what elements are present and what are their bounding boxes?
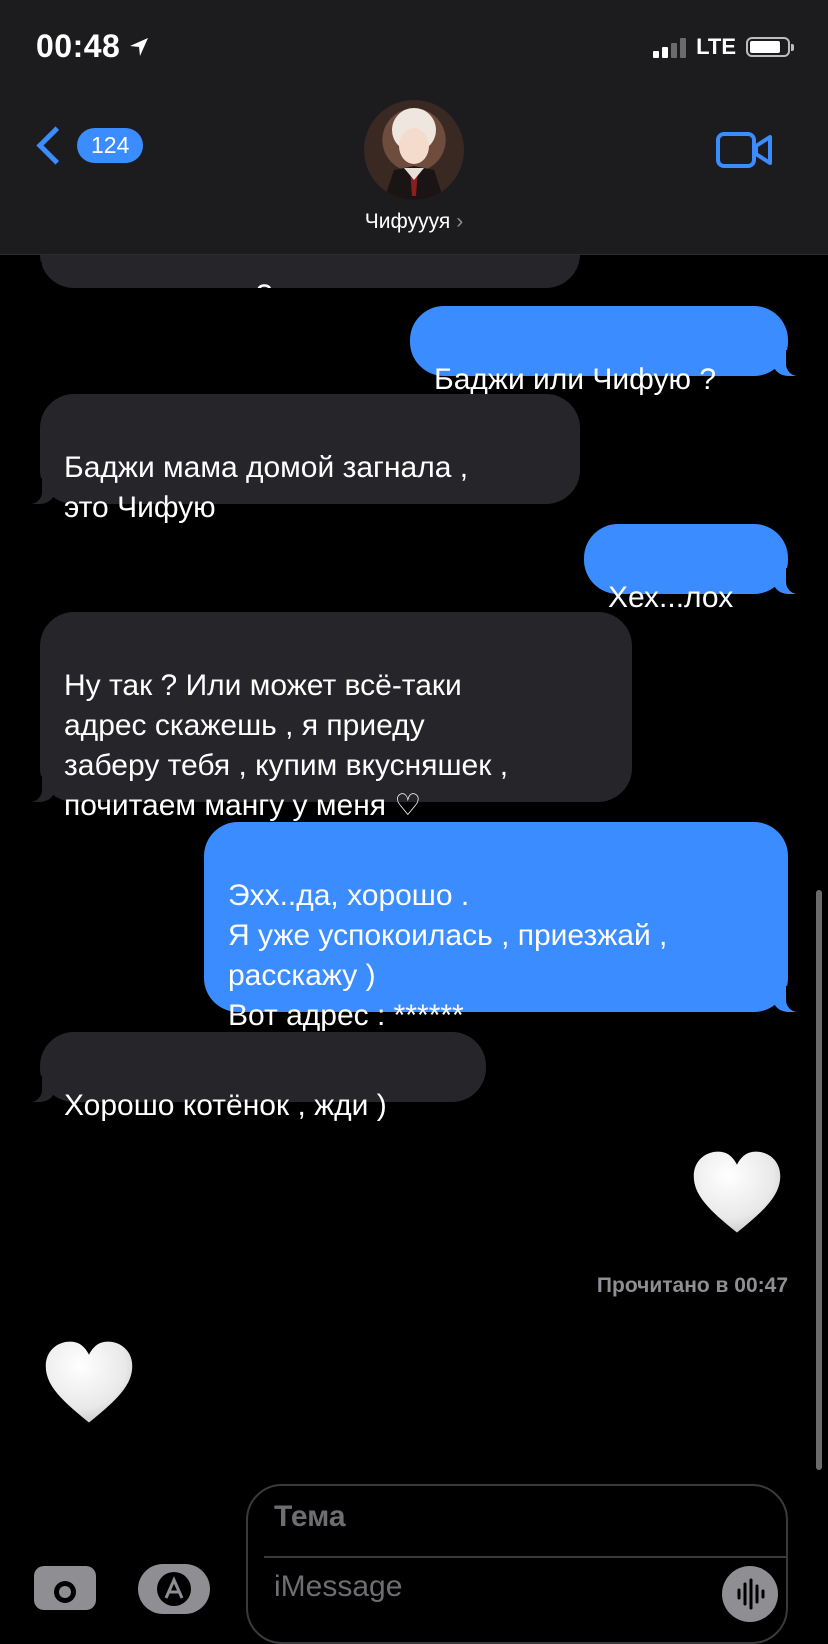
- message-bubble-incoming[interactable]: Баджи мама домой загнала , это Чифую: [22, 394, 580, 524]
- app-store-button[interactable]: [138, 1564, 210, 1614]
- battery-icon: [746, 37, 794, 57]
- chevron-left-icon: [36, 126, 75, 165]
- unread-count-badge: 124: [77, 128, 144, 163]
- message-bubble-incoming[interactable]: Хорошо котёнок , жди ): [22, 1032, 486, 1122]
- waveform-icon: [737, 1578, 765, 1610]
- network-label: LTE: [696, 34, 736, 59]
- camera-button[interactable]: [34, 1566, 96, 1610]
- message-text: Баджи мама домой загнала , это Чифую: [64, 451, 469, 524]
- avatar-illustration: [384, 108, 444, 200]
- white-heart-emoji-outgoing[interactable]: [690, 1146, 784, 1240]
- contact-name: Чифуууя: [364, 210, 451, 233]
- message-text: Эхх..да, хорошо . Я уже успокоилась , пр…: [228, 879, 668, 1032]
- message-text: случилось то ?: [64, 279, 273, 288]
- status-indicators: LTE: [653, 34, 794, 60]
- message-bubble-incoming[interactable]: Ну так ? Или может всё-таки адрес скажеш…: [22, 612, 632, 822]
- audio-message-button[interactable]: [722, 1566, 778, 1622]
- location-arrow-icon: [130, 37, 149, 56]
- message-text: Баджи или Чифую ?: [434, 363, 717, 396]
- message-input[interactable]: iMessage: [274, 1570, 402, 1604]
- white-heart-emoji-incoming[interactable]: [42, 1336, 136, 1430]
- message-text: Хех...лох: [608, 581, 734, 614]
- message-bubble-outgoing[interactable]: Эхх..да, хорошо . Я уже успокоилась , пр…: [204, 822, 806, 1032]
- read-receipt: Прочитано в 00:47: [596, 1274, 788, 1297]
- status-time: 00:48: [36, 28, 150, 65]
- message-bubble-outgoing[interactable]: Баджи или Чифую ?: [410, 306, 806, 396]
- contact-avatar[interactable]: [364, 100, 464, 200]
- message-text: Ну так ? Или может всё-таки адрес скажеш…: [64, 669, 509, 822]
- app-store-icon: [157, 1572, 191, 1606]
- message-text: Хорошо котёнок , жди ): [64, 1089, 387, 1122]
- scrollbar[interactable]: [816, 890, 822, 1470]
- composer-divider: [264, 1556, 786, 1558]
- message-bubble-outgoing[interactable]: Хех...лох: [584, 524, 806, 614]
- contact-name-button[interactable]: Чифуууя ›: [0, 210, 828, 234]
- video-call-icon[interactable]: [716, 130, 772, 170]
- message-composer[interactable]: Тема iMessage: [246, 1484, 788, 1644]
- clock-text: 00:48: [36, 28, 121, 64]
- camera-icon: [54, 1581, 76, 1603]
- signal-icon: [653, 36, 687, 58]
- chevron-right-icon: ›: [456, 210, 464, 233]
- back-button[interactable]: 124: [32, 126, 144, 165]
- conversation-header: 00:48 LTE 124 Чифуууя ›: [0, 0, 828, 255]
- subject-input[interactable]: Тема: [274, 1500, 346, 1534]
